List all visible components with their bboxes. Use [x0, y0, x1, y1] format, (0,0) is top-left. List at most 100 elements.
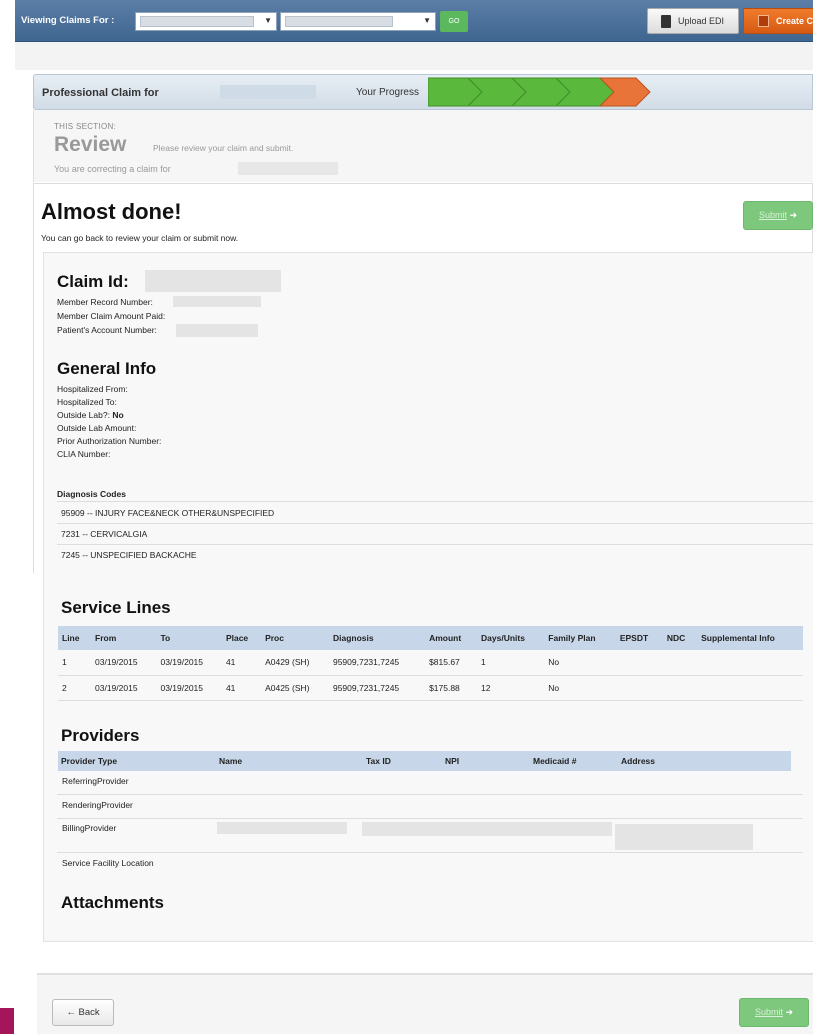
- table-row: 2 03/19/2015 03/19/2015 41 A0425 (SH) 95…: [58, 675, 803, 701]
- member-select[interactable]: ▼: [280, 12, 436, 31]
- go-button[interactable]: GO: [440, 11, 468, 32]
- table-cell: [697, 650, 803, 676]
- outside-lab-value: No: [112, 410, 124, 420]
- diagnosis-codes-heading: Diagnosis Codes: [57, 476, 813, 502]
- table-cell: 41: [221, 650, 262, 676]
- claim-title-redacted: [220, 85, 316, 99]
- submit-label: Submit: [754, 1007, 783, 1017]
- column-header: Days/Units: [477, 626, 545, 650]
- table-cell: $175.88: [425, 675, 478, 701]
- upload-edi-label: Upload EDI: [678, 16, 725, 26]
- column-header: Family Plan: [544, 626, 616, 650]
- table-cell: No: [544, 650, 616, 676]
- column-header: Diagnosis: [328, 626, 426, 650]
- submit-button-bottom[interactable]: Submit ➜: [739, 998, 809, 1027]
- progress-label: Your Progress: [356, 87, 419, 98]
- table-cell: No: [544, 675, 616, 701]
- create-claim-button[interactable]: Create Claim: [743, 8, 813, 34]
- table-row: 1 03/19/2015 03/19/2015 41 A0429 (SH) 95…: [58, 650, 803, 676]
- table-cell: [615, 650, 663, 676]
- table-cell: 1: [58, 650, 91, 676]
- page-subtitle: You can go back to review your claim or …: [41, 233, 239, 243]
- back-label: Back: [78, 1007, 100, 1018]
- column-header: Medicaid #: [530, 751, 618, 771]
- correcting-claim-text: You are correcting a claim for: [54, 164, 171, 174]
- member-claim-amount: Member Claim Amount Paid:: [57, 311, 166, 321]
- claim-id-redacted: [145, 270, 281, 292]
- table-header-row: Line From To Place Proc Diagnosis Amount…: [58, 626, 803, 650]
- section-description: Please review your claim and submit.: [153, 143, 294, 153]
- member-select-value: [285, 16, 393, 27]
- patient-account-redacted: [176, 324, 258, 337]
- table-cell: 95909,7231,7245: [328, 675, 426, 701]
- column-header: Tax ID: [363, 751, 442, 771]
- column-header: Provider Type: [58, 751, 216, 771]
- table-cell: [697, 675, 803, 701]
- column-header: Proc: [261, 626, 329, 650]
- provider-select-value: [140, 16, 254, 27]
- side-tab[interactable]: [0, 1008, 14, 1034]
- table-cell: 2: [58, 675, 91, 701]
- outside-lab: Outside Lab?: No: [57, 410, 124, 420]
- billing-address-redacted: [615, 824, 753, 850]
- table-cell: 03/19/2015: [91, 650, 157, 676]
- section-name: Review: [54, 133, 127, 156]
- table-cell: [662, 650, 698, 676]
- table-cell: 03/19/2015: [91, 675, 157, 701]
- provider-row-referring: ReferringProvider: [57, 771, 803, 795]
- outside-lab-amount: Outside Lab Amount:: [57, 423, 137, 433]
- provider-row-facility: Service Facility Location: [62, 858, 154, 868]
- diagnosis-code-row: 7245 -- UNSPECIFIED BACKACHE: [61, 550, 197, 560]
- column-header: Line: [58, 626, 91, 650]
- table-cell: 03/19/2015: [156, 675, 222, 701]
- provider-row-rendering: RenderingProvider: [57, 795, 803, 819]
- table-cell: $815.67: [425, 650, 478, 676]
- table-cell: [662, 675, 698, 701]
- column-header: Place: [221, 626, 262, 650]
- table-cell: A0429 (SH): [261, 650, 329, 676]
- diagnosis-code-row: 7231 -- CERVICALGIA: [57, 524, 813, 545]
- providers-heading: Providers: [61, 726, 140, 745]
- upload-edi-button[interactable]: Upload EDI: [647, 8, 739, 34]
- member-record-number: Member Record Number:: [57, 297, 153, 307]
- patient-account-number: Patient's Account Number:: [57, 325, 157, 335]
- table-header-row: Provider Type Name Tax ID NPI Medicaid #…: [58, 751, 791, 771]
- chevron-down-icon: ▼: [423, 16, 431, 25]
- top-navigation-bar: Viewing Claims For : ▼ ▼ GO Upload EDI C…: [15, 0, 813, 42]
- billing-ids-redacted: [362, 822, 612, 836]
- create-claim-label: Create Claim: [776, 16, 813, 26]
- column-header: NDC: [662, 626, 698, 650]
- table-cell: 1: [477, 650, 545, 676]
- file-icon: [661, 15, 671, 28]
- diagnosis-code-row: 95909 -- INJURY FACE&NECK OTHER&UNSPECIF…: [57, 503, 813, 524]
- this-section-label: THIS SECTION:: [54, 122, 117, 131]
- table-cell: 41: [221, 675, 262, 701]
- column-header: Amount: [425, 626, 478, 650]
- footer-bar: [37, 973, 813, 1034]
- service-lines-table: Line From To Place Proc Diagnosis Amount…: [58, 626, 803, 701]
- column-header: EPSDT: [615, 626, 663, 650]
- table-cell: 95909,7231,7245: [328, 650, 426, 676]
- column-header: Name: [216, 751, 363, 771]
- billing-name-redacted: [217, 822, 347, 834]
- table-cell: 03/19/2015: [156, 650, 222, 676]
- page-title: Almost done!: [41, 199, 182, 224]
- back-button[interactable]: ← Back: [52, 999, 114, 1026]
- hospitalized-to: Hospitalized To:: [57, 397, 117, 407]
- claim-title: Professional Claim for: [42, 87, 159, 99]
- column-header: NPI: [442, 751, 530, 771]
- provider-select[interactable]: ▼: [135, 12, 277, 31]
- hospitalized-from: Hospitalized From:: [57, 384, 128, 394]
- providers-table: Provider Type Name Tax ID NPI Medicaid #…: [58, 751, 791, 771]
- column-header: Address: [618, 751, 791, 771]
- prior-authorization: Prior Authorization Number:: [57, 436, 162, 446]
- attachments-heading: Attachments: [61, 893, 164, 912]
- submit-label: Submit: [758, 210, 787, 220]
- progress-header: Professional Claim for Your Progress: [33, 74, 813, 110]
- table-cell: A0425 (SH): [261, 675, 329, 701]
- claim-id-heading: Claim Id:: [57, 272, 129, 291]
- correcting-claim-redacted: [238, 162, 338, 175]
- spacer-band: [15, 42, 813, 70]
- outside-lab-label: Outside Lab?:: [57, 410, 110, 420]
- submit-button-top[interactable]: Submit ➜: [743, 201, 813, 230]
